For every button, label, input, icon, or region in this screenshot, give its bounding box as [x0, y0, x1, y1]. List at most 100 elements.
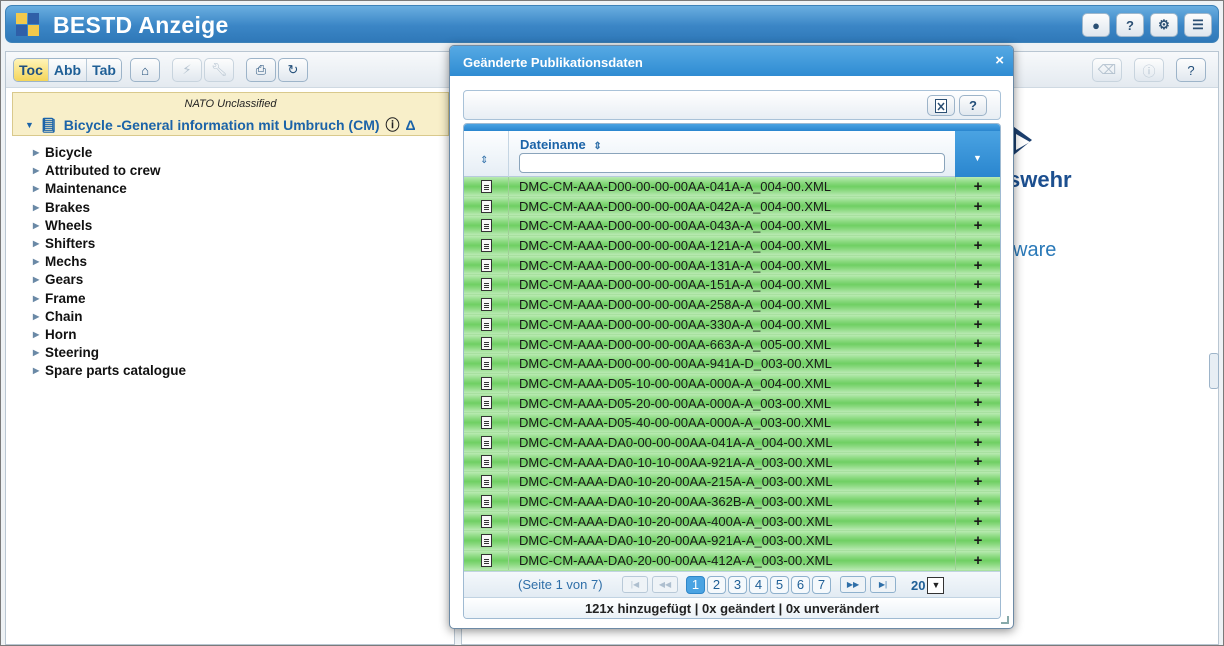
toc-item[interactable]: ▶ Gears — [30, 271, 186, 289]
toc-item[interactable]: ▶ Shifters — [30, 235, 186, 253]
resize-handle[interactable] — [1001, 616, 1009, 624]
wrench-button[interactable]: 🔧︎ — [204, 58, 234, 82]
add-icon[interactable]: + — [955, 236, 1000, 255]
expand-arrow-icon[interactable]: ▶ — [33, 217, 39, 235]
table-row[interactable]: DMC-CM-AAA-DA0-20-00-00AA-412A-A_003-00.… — [464, 551, 1000, 571]
lightning-button[interactable]: ⚡︎ — [172, 58, 202, 82]
table-row[interactable]: DMC-CM-AAA-D00-00-00-00AA-121A-A_004-00.… — [464, 236, 1000, 256]
panel-splitter-handle[interactable] — [1209, 353, 1219, 389]
close-icon[interactable]: × — [995, 52, 1004, 69]
add-icon[interactable]: + — [955, 373, 1000, 393]
home-button[interactable]: ⌂ — [130, 58, 160, 82]
add-icon[interactable]: + — [955, 531, 1000, 551]
expand-arrow-icon[interactable]: ▶ — [33, 180, 39, 198]
user-button[interactable]: ● — [1082, 13, 1110, 37]
toc-item[interactable]: ▶ Mechs — [30, 253, 186, 271]
page-7-button[interactable]: 7 — [812, 576, 831, 594]
table-row[interactable]: DMC-CM-AAA-D00-00-00-00AA-042A-A_004-00.… — [464, 196, 1000, 217]
info-icon[interactable]: ⓘ — [386, 115, 400, 135]
next-page-button[interactable]: ▶▶ — [840, 576, 866, 593]
page-4-button[interactable]: 4 — [749, 576, 768, 594]
expand-arrow-icon[interactable]: ▶ — [33, 162, 39, 180]
first-page-button[interactable]: |◀ — [622, 576, 648, 593]
expand-arrow-icon[interactable]: ▶ — [33, 271, 39, 289]
expand-arrow-icon[interactable]: ▶ — [33, 199, 39, 217]
table-row[interactable]: DMC-CM-AAA-D00-00-00-00AA-041A-A_004-00.… — [464, 177, 1000, 197]
toc-item[interactable]: ▶ Spare parts catalogue — [30, 362, 186, 380]
eraser-button[interactable]: ⌫ — [1092, 58, 1122, 82]
add-icon[interactable]: + — [955, 413, 1000, 432]
tab-abb[interactable]: Abb — [48, 59, 88, 81]
refresh-button[interactable]: ↻ — [278, 58, 308, 82]
add-icon[interactable]: + — [955, 216, 1000, 236]
toc-item[interactable]: ▶ Chain — [30, 308, 186, 326]
toc-item[interactable]: ▶ Horn — [30, 326, 186, 344]
add-icon[interactable]: + — [955, 472, 1000, 491]
info-button[interactable]: ⓘ — [1134, 58, 1164, 82]
tab-tab[interactable]: Tab — [87, 59, 121, 81]
add-icon[interactable]: + — [955, 432, 1000, 452]
table-row[interactable]: DMC-CM-AAA-DA0-10-20-00AA-921A-A_003-00.… — [464, 531, 1000, 552]
add-icon[interactable]: + — [955, 511, 1000, 531]
table-row[interactable]: DMC-CM-AAA-D00-00-00-00AA-941A-D_003-00.… — [464, 354, 1000, 374]
add-icon[interactable]: + — [955, 452, 1000, 472]
table-row[interactable]: DMC-CM-AAA-D05-40-00-00AA-000A-A_003-00.… — [464, 413, 1000, 433]
add-icon[interactable]: + — [955, 551, 1000, 570]
expand-arrow-icon[interactable]: ▶ — [33, 235, 39, 253]
chevron-down-icon[interactable]: ▼ — [927, 576, 945, 594]
page-2-button[interactable]: 2 — [707, 576, 726, 594]
document-title[interactable]: Bicycle -General information mit Umbruch… — [64, 117, 380, 133]
table-row[interactable]: DMC-CM-AAA-DA0-00-00-00AA-041A-A_004-00.… — [464, 432, 1000, 453]
print-button[interactable]: ⎙ — [246, 58, 276, 82]
table-row[interactable]: DMC-CM-AAA-DA0-10-20-00AA-215A-A_003-00.… — [464, 472, 1000, 492]
icon-column-header[interactable]: ⇕ — [464, 131, 509, 177]
toc-item[interactable]: ▶ Wheels — [30, 217, 186, 235]
page-1-button[interactable]: 1 — [686, 576, 705, 594]
expand-arrow-icon[interactable]: ▶ — [33, 253, 39, 271]
add-icon[interactable]: + — [955, 177, 1000, 196]
page-5-button[interactable]: 5 — [770, 576, 789, 594]
add-icon[interactable]: + — [955, 255, 1000, 275]
table-row[interactable]: DMC-CM-AAA-D05-20-00-00AA-000A-A_003-00.… — [464, 393, 1000, 414]
filename-filter-input[interactable] — [519, 153, 945, 173]
toc-item[interactable]: ▶ Steering — [30, 344, 186, 362]
add-icon[interactable]: + — [955, 314, 1000, 334]
page-3-button[interactable]: 3 — [728, 576, 747, 594]
toc-item[interactable]: ▶ Bicycle — [30, 144, 186, 162]
delta-icon[interactable]: Δ — [406, 117, 416, 133]
sort-icon[interactable]: ⇕ — [480, 155, 488, 166]
export-excel-button[interactable] — [927, 95, 955, 116]
table-row[interactable]: DMC-CM-AAA-D00-00-00-00AA-330A-A_004-00.… — [464, 314, 1000, 335]
page-6-button[interactable]: 6 — [791, 576, 810, 594]
table-row[interactable]: DMC-CM-AAA-DA0-10-20-00AA-362B-A_003-00.… — [464, 492, 1000, 512]
toc-item[interactable]: ▶ Maintenance — [30, 180, 186, 198]
add-icon[interactable]: + — [955, 275, 1000, 295]
toc-item[interactable]: ▶ Frame — [30, 290, 186, 308]
expand-arrow-icon[interactable]: ▶ — [33, 326, 39, 344]
add-icon[interactable]: + — [955, 295, 1000, 314]
table-row[interactable]: DMC-CM-AAA-D00-00-00-00AA-043A-A_004-00.… — [464, 216, 1000, 237]
column-menu-button[interactable]: ▼ — [955, 131, 1000, 177]
table-row[interactable]: DMC-CM-AAA-DA0-10-20-00AA-400A-A_003-00.… — [464, 511, 1000, 532]
add-icon[interactable]: + — [955, 334, 1000, 354]
page-size-select[interactable]: 20 ▼ — [911, 576, 945, 594]
menu-button[interactable]: ☰ — [1184, 13, 1212, 37]
settings-button[interactable]: ⚙ — [1150, 13, 1178, 37]
table-row[interactable]: DMC-CM-AAA-D00-00-00-00AA-663A-A_005-00.… — [464, 334, 1000, 355]
table-row[interactable]: DMC-CM-AAA-D00-00-00-00AA-258A-A_004-00.… — [464, 295, 1000, 315]
sort-icon[interactable]: ⇕ — [593, 141, 601, 152]
help-button[interactable]: ? — [1116, 13, 1144, 37]
expand-arrow-icon[interactable]: ▶ — [33, 144, 39, 162]
expand-arrow-icon[interactable]: ▶ — [33, 308, 39, 326]
last-page-button[interactable]: ▶| — [870, 576, 896, 593]
expand-arrow-icon[interactable]: ▶ — [33, 362, 39, 380]
toc-item[interactable]: ▶ Attributed to crew — [30, 162, 186, 180]
add-icon[interactable]: + — [955, 492, 1000, 511]
collapse-toggle-icon[interactable]: ▼ — [25, 120, 34, 130]
add-icon[interactable]: + — [955, 196, 1000, 216]
help-button[interactable]: ? — [1176, 58, 1206, 82]
dialog-help-button[interactable]: ? — [959, 95, 987, 116]
column-header-filename[interactable]: Dateiname ⇕ — [520, 137, 602, 152]
add-icon[interactable]: + — [955, 393, 1000, 413]
add-icon[interactable]: + — [955, 354, 1000, 373]
